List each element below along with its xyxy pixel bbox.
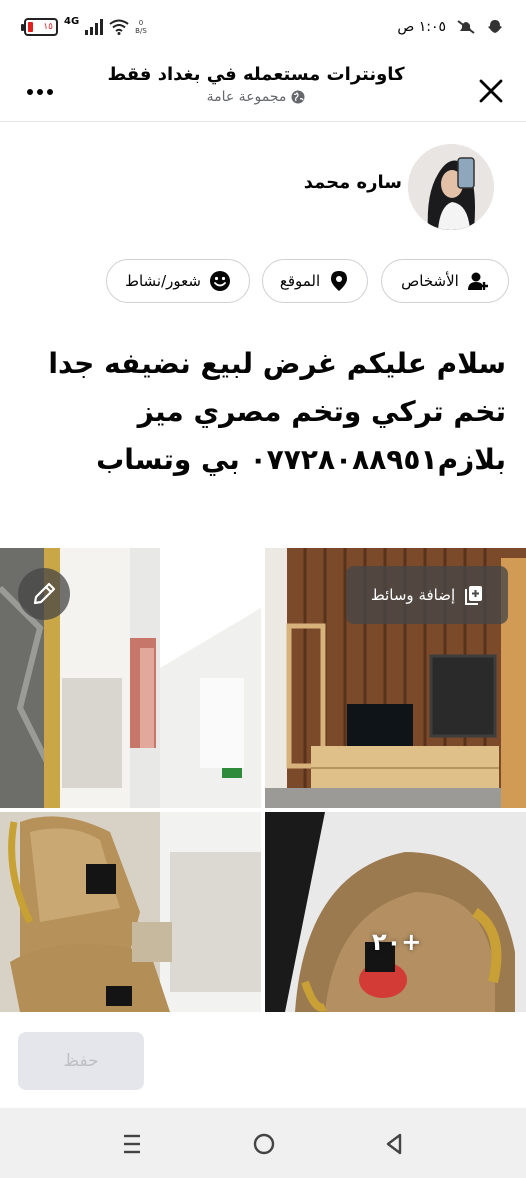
globe-icon [291, 90, 305, 104]
network-speed: 0 B/S [135, 19, 147, 35]
system-nav-bar [0, 1108, 526, 1178]
location-label: الموقع [279, 272, 321, 290]
back-icon[interactable] [380, 1130, 408, 1158]
network-type: 4G [64, 15, 80, 27]
add-photos-icon [465, 586, 483, 605]
battery-level: ١٥ [43, 21, 53, 32]
group-title: كاونترات مستعمله في بغداد فقط [107, 64, 405, 85]
close-icon [479, 79, 503, 103]
avatar-photo [408, 144, 494, 230]
edit-media-button[interactable] [18, 568, 70, 620]
people-label: الأشخاص [401, 272, 459, 290]
status-bar-right: ١:٠٥ ص [397, 18, 504, 36]
recent-apps-icon[interactable] [118, 1130, 146, 1158]
feeling-activity-button[interactable]: شعور/نشاط [106, 259, 250, 303]
people-icon [467, 272, 488, 290]
signal-icon [85, 19, 104, 35]
post-text-input[interactable]: سلام عليكم غرض لبيع نضيفه جدا تخم تركي و… [26, 340, 506, 484]
smiley-icon [209, 271, 230, 291]
privacy-label: مجموعة عامة [206, 89, 287, 105]
location-button[interactable]: الموقع [262, 259, 368, 303]
add-media-button[interactable]: إضافة وسائط [346, 566, 508, 624]
snapchat-icon [488, 20, 502, 33]
photo-thumbnail[interactable] [265, 812, 526, 1012]
status-bar: ١٥ 4G 0 B/S ١:٠٥ ص [0, 0, 526, 58]
location-pin-icon [331, 271, 348, 291]
pencil-icon [33, 582, 56, 605]
more-options-button[interactable] [26, 78, 54, 98]
more-photos-count[interactable]: +٢٠ [372, 928, 421, 956]
feeling-label: شعور/نشاط [125, 272, 201, 290]
wifi-icon [109, 19, 129, 35]
home-icon[interactable] [250, 1130, 278, 1158]
add-media-label: إضافة وسائط [370, 586, 456, 604]
composer-header: كاونترات مستعمله في بغداد فقط مجموعة عام… [0, 58, 526, 122]
photo-thumbnail[interactable] [0, 812, 261, 1012]
close-button[interactable] [476, 76, 506, 106]
save-button[interactable]: حفظ [18, 1032, 144, 1090]
header-title-block: كاونترات مستعمله في بغداد فقط مجموعة عام… [106, 64, 406, 105]
battery-icon: ١٥ [21, 18, 58, 36]
group-privacy: مجموعة عامة [106, 89, 406, 105]
avatar [408, 144, 494, 230]
muted-bell-icon [457, 20, 475, 34]
clock: ١:٠٥ ص [397, 19, 446, 35]
status-bar-left: ١٥ 4G 0 B/S [21, 15, 147, 36]
more-dots-icon [27, 89, 53, 95]
user-name: ساره محمد [303, 172, 402, 193]
tag-people-button[interactable]: الأشخاص [381, 259, 509, 303]
